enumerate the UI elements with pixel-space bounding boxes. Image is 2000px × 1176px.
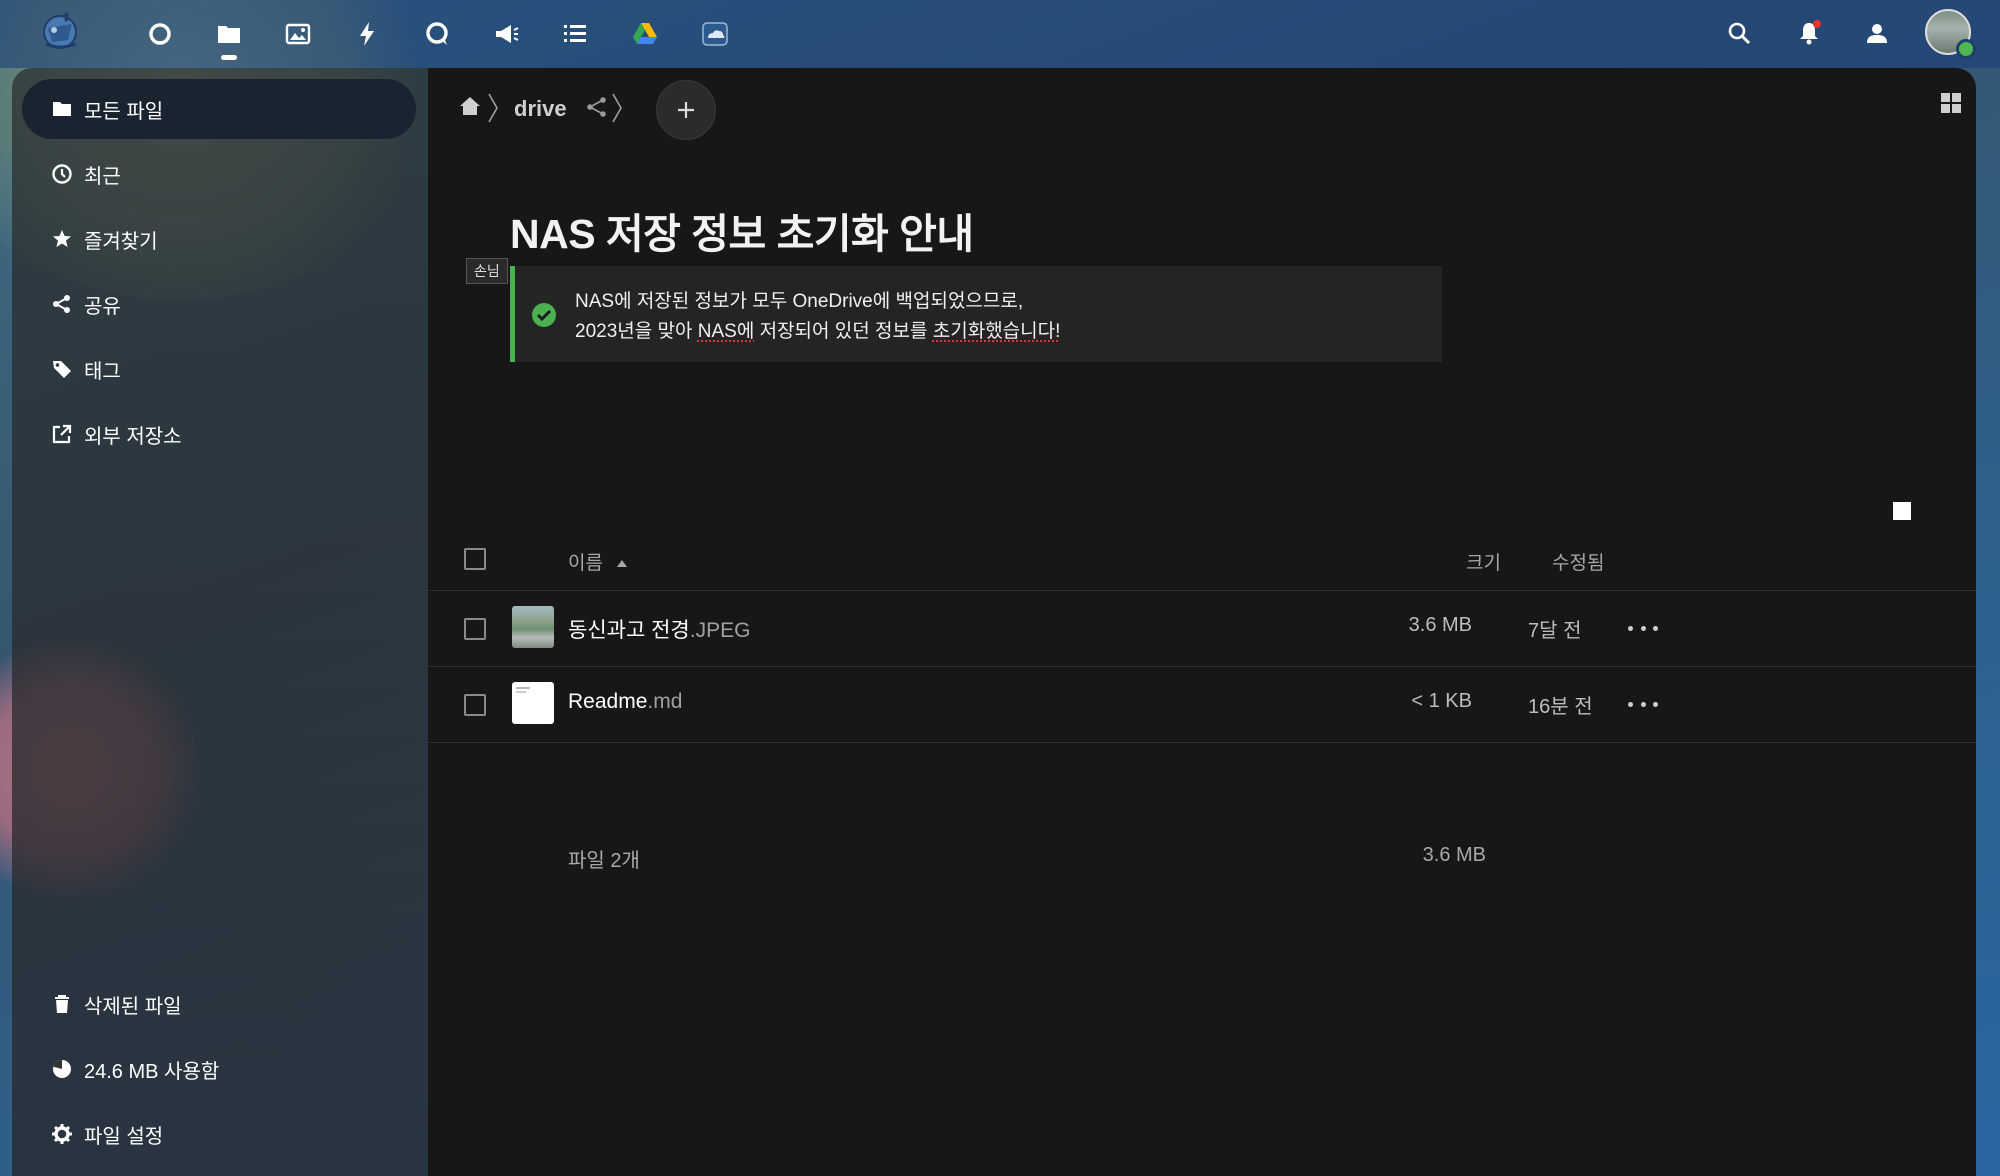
quota-label: 24.6 MB 사용함 [84,1060,220,1083]
notifications-bell-icon[interactable] [1788,12,1830,54]
sidebar-item-favorites[interactable]: 즐겨찾기 [22,209,416,269]
files-window: 모든 파일 최근 즐겨찾기 공유 태그 외부 저장소 삭제된 파일 24.6 M… [12,68,1976,1176]
callout-line-2: 2023년을 맞아 NAS에 저장되어 있던 정보를 초기화했습니다! [575,316,1060,343]
check-circle-icon [532,303,556,327]
table-row[interactable]: 동신과고 전경.JPEG 3.6 MB 7달 전 [428,590,1976,666]
sidebar-item-recent[interactable]: 최근 [22,144,416,204]
file-extension: .md [647,690,683,713]
dashboard-app-icon[interactable] [140,14,180,54]
sidebar-item-label: 모든 파일 [84,100,164,123]
callout-text: 2023년을 맞아 [575,321,698,342]
avatar[interactable] [1925,9,1976,59]
notification-dot [1813,20,1821,28]
search-icon[interactable] [1718,12,1760,54]
plus-icon [678,102,694,118]
column-label: 이름 [568,553,603,574]
external-storage-icon [50,422,74,446]
sidebar-item-label: 파일 설정 [84,1125,164,1148]
sidebar-item-all-files[interactable]: 모든 파일 [22,79,416,139]
main-content: drive NAS 저장 정보 초기화 안내 손님 NAS에 저장된 정보가 모… [428,68,1976,1176]
file-modified: 16분 전 [1528,696,1593,718]
contacts-icon[interactable] [1856,12,1898,54]
sidebar-item-trash[interactable]: 삭제된 파일 [22,974,416,1034]
column-header-modified[interactable]: 수정됨 [1552,548,1604,575]
sidebar-item-tags[interactable]: 태그 [22,339,416,399]
file-size: < 1 KB [1411,690,1472,712]
photos-app-icon[interactable] [278,14,318,54]
readme-title: NAS 저장 정보 초기화 안내 [510,211,974,257]
files-app-icon[interactable] [209,14,249,60]
sidebar-item-label: 외부 저장소 [84,425,182,448]
tag-icon [50,357,74,381]
sidebar-item-settings[interactable]: 파일 설정 [22,1104,416,1164]
sort-ascending-icon [616,560,627,568]
google-drive-app-icon[interactable] [625,14,665,54]
online-status-indicator [1956,39,1976,59]
sidebar-item-label: 공유 [84,295,121,318]
document-thumbnail[interactable] [512,682,554,724]
file-extension: .JPEG [689,619,751,642]
sidebar: 모든 파일 최근 즐겨찾기 공유 태그 외부 저장소 삭제된 파일 24.6 M… [12,68,428,1176]
guest-tag: 손님 [466,258,508,284]
announcements-app-icon[interactable] [486,14,526,54]
quota-pie-icon [50,1057,74,1081]
tasks-app-icon[interactable] [555,14,595,54]
sidebar-item-label: 태그 [84,360,121,383]
gear-icon [50,1122,74,1146]
rich-workspace-toggle[interactable] [1893,502,1911,520]
top-header [0,0,2000,68]
share-icon [50,292,74,316]
sidebar-item-label: 즐겨찾기 [84,230,158,253]
logo[interactable] [38,10,84,54]
sidebar-item-quota[interactable]: 24.6 MB 사용함 [22,1039,416,1099]
file-basename: 동신과고 전경 [568,619,690,642]
column-header-size[interactable]: 크기 [1466,548,1501,575]
active-app-indicator [221,55,237,60]
divider [428,742,1976,743]
summary-total-size: 3.6 MB [1422,844,1486,866]
sidebar-item-label: 최근 [84,165,121,188]
more-actions-icon[interactable] [1628,618,1658,638]
onedrive-app-icon[interactable] [695,14,735,54]
row-checkbox[interactable] [464,694,486,716]
file-size: 3.6 MB [1408,614,1472,636]
summary-file-count: 파일 2개 [568,850,640,872]
home-icon[interactable] [458,94,482,118]
callout-line-1: NAS에 저장된 정보가 모두 OneDrive에 백업되었으므로, [575,291,1024,312]
file-name[interactable]: 동신과고 전경.JPEG [568,614,750,644]
row-checkbox[interactable] [464,618,486,640]
select-all-checkbox[interactable] [464,548,486,570]
file-name[interactable]: Readme.md [568,690,682,714]
sidebar-item-external-storage[interactable]: 외부 저장소 [22,404,416,464]
success-callout: NAS에 저장된 정보가 모두 OneDrive에 백업되었으므로, 2023년… [510,266,1442,362]
talk-app-icon[interactable] [417,14,457,54]
breadcrumb-separator [488,93,498,123]
sidebar-item-shares[interactable]: 공유 [22,274,416,334]
folder-icon [50,97,74,121]
clock-icon [50,162,74,186]
star-icon [50,227,74,251]
spellcheck-word: 초기화했습니다! [932,321,1061,342]
table-row[interactable]: Readme.md < 1 KB 16분 전 [428,666,1976,742]
sidebar-item-label: 삭제된 파일 [84,995,182,1018]
spellcheck-word: NAS에 [697,321,755,342]
more-actions-icon[interactable] [1628,694,1658,714]
file-modified: 7달 전 [1528,620,1582,642]
column-header-name[interactable]: 이름 [568,548,627,575]
trash-icon [50,992,74,1016]
callout-text: 저장되어 있던 정보를 [754,321,933,342]
share-icon[interactable] [586,96,608,118]
breadcrumb-separator [612,93,622,123]
file-basename: Readme [568,690,648,713]
breadcrumb-folder[interactable]: drive [514,96,567,122]
grid-view-icon[interactable] [1938,90,1964,116]
image-thumbnail[interactable] [512,606,554,648]
add-new-button[interactable] [656,80,716,140]
activity-app-icon[interactable] [347,14,387,54]
